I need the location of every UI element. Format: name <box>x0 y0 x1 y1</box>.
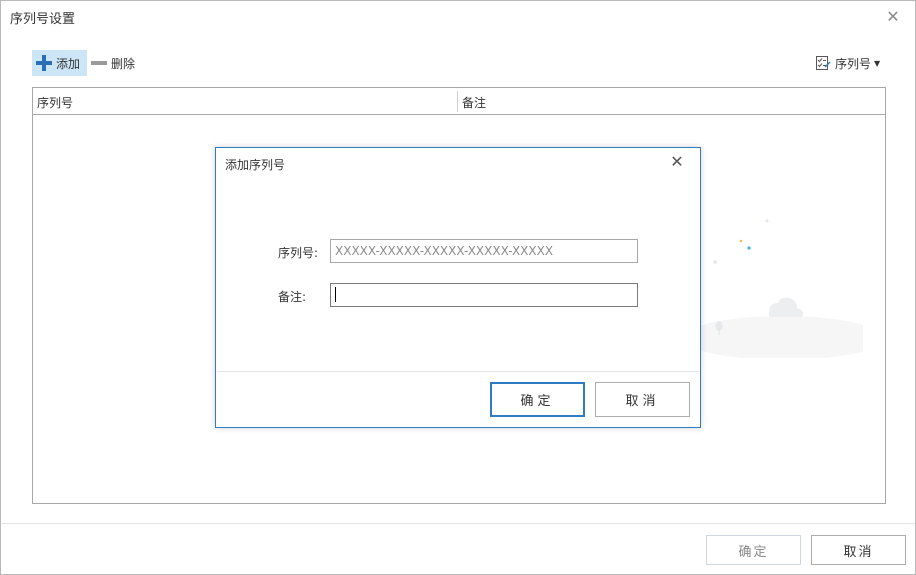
dialog-ok-button[interactable]: 确定 <box>490 382 585 417</box>
delete-button[interactable]: 删除 <box>91 50 141 76</box>
add-button-label: 添加 <box>56 56 81 71</box>
close-icon[interactable]: ✕ <box>885 9 901 25</box>
chevron-down-icon: ▼ <box>874 58 881 68</box>
add-button[interactable]: 添加 <box>32 50 87 76</box>
footer-cancel-button[interactable]: 取消 <box>811 535 906 565</box>
checklist-icon <box>816 56 831 70</box>
note-label: 备注: <box>278 290 307 304</box>
minus-icon <box>91 61 107 65</box>
delete-button-label: 删除 <box>111 56 136 71</box>
serial-input[interactable] <box>330 239 638 263</box>
footer-divider <box>2 523 915 524</box>
table-header: 序列号 备注 <box>33 88 885 115</box>
dialog-footer-divider <box>217 371 699 372</box>
column-divider[interactable] <box>457 91 458 112</box>
serial-menu-button[interactable]: 序列号 ▼ <box>815 50 885 76</box>
note-input[interactable] <box>330 283 638 307</box>
dialog-title: 添加序列号 <box>225 158 286 172</box>
plus-icon <box>36 55 52 71</box>
footer-ok-button[interactable]: 确定 <box>706 535 801 565</box>
add-serial-dialog: 添加序列号 ✕ 序列号: 备注: 确定 取消 <box>215 147 701 428</box>
serial-label: 序列号: <box>278 246 319 260</box>
serial-menu-label: 序列号 <box>835 56 872 71</box>
dialog-cancel-button[interactable]: 取消 <box>595 382 690 417</box>
column-header-note[interactable]: 备注 <box>462 94 486 111</box>
column-header-serial[interactable]: 序列号 <box>37 94 73 111</box>
close-icon[interactable]: ✕ <box>669 154 685 170</box>
window-title: 序列号设置 <box>10 12 76 27</box>
empty-state-illustration <box>683 219 863 358</box>
text-cursor <box>335 287 336 302</box>
